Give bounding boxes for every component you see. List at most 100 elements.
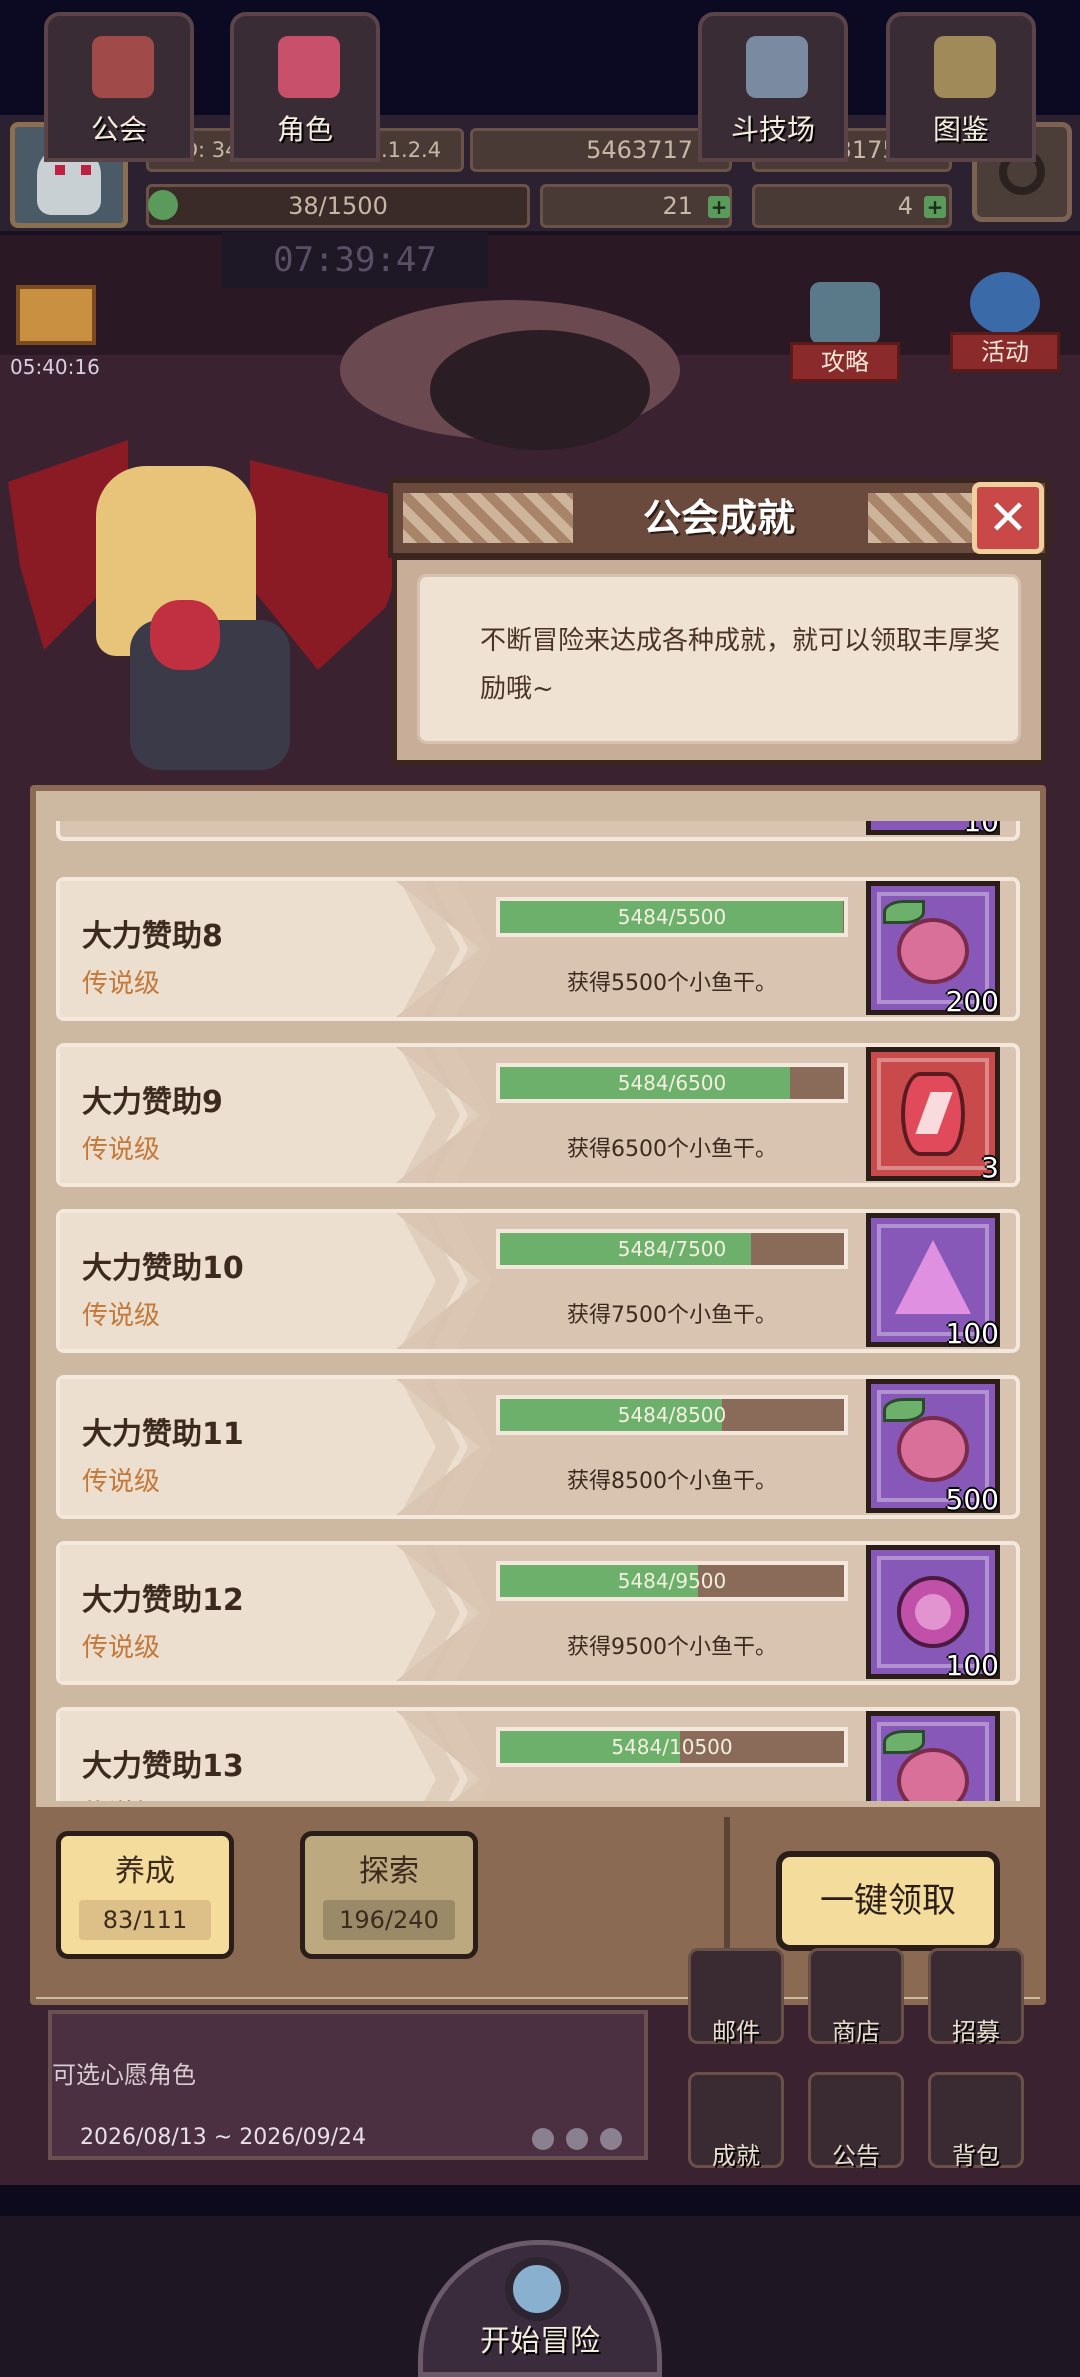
bag-button[interactable]: 背包: [928, 2072, 1024, 2170]
achievement-name: 大力赞助11: [82, 1417, 244, 1452]
notice-button[interactable]: 公告: [808, 2072, 904, 2170]
mail-button-label: 邮件: [712, 2018, 760, 2046]
energy-leaf-icon: [148, 190, 178, 220]
list-item[interactable]: 大力赞助13 传说级 5484/10500 获得10500个小鱼干。: [56, 1707, 1020, 1801]
reward-count: 500: [945, 1483, 999, 1516]
reward-slot[interactable]: 500: [866, 1379, 1000, 1516]
shop-button[interactable]: 商店: [808, 1948, 904, 2046]
add-key-button[interactable]: +: [924, 196, 946, 218]
balloon-icon: [970, 272, 1040, 334]
crossed-swords-icon: [746, 36, 808, 98]
nav-start-adventure-label: 开始冒险: [480, 2324, 600, 2359]
progress-text: 5484/5500: [617, 905, 727, 929]
achievement-button-label: 成就: [712, 2142, 760, 2170]
achievement-grade: 传说级: [82, 1467, 161, 1497]
progress-bar: 5484/9500: [496, 1561, 848, 1601]
character-icon: [278, 36, 340, 98]
close-icon: ✕: [987, 490, 1029, 546]
gold-counter: 5463717: [470, 128, 732, 172]
magnifier-icon: [505, 2257, 569, 2321]
event-button[interactable]: 活动: [950, 272, 1060, 372]
add-clover-button[interactable]: +: [708, 196, 730, 218]
banner-date: 2026/08/13 ~ 2026/09/24: [80, 2125, 367, 2150]
book-icon: [934, 36, 996, 98]
nav-arena-label: 斗技场: [730, 113, 815, 146]
pagination-dot[interactable]: [600, 2128, 622, 2150]
mail-button[interactable]: 邮件: [688, 1948, 784, 2046]
list-item[interactable]: 大力赞助11 传说级 5484/8500 获得8500个小鱼干。 500: [56, 1375, 1020, 1519]
orb-icon: [897, 1576, 969, 1648]
chat-bubble-icon: [810, 282, 880, 344]
recruit-button[interactable]: 招募: [928, 1948, 1024, 2046]
description-card: 不断冒险来达成各种成就，就可以领取丰厚奖励哦~: [417, 574, 1021, 744]
dialog-title-bar: 公会成就: [388, 478, 1050, 558]
achievement-button[interactable]: 成就: [688, 2072, 784, 2170]
pagination-dot[interactable]: [566, 2128, 588, 2150]
notice-button-label: 公告: [832, 2142, 880, 2170]
reward-description: 获得7500个小鱼干。: [567, 1303, 777, 1328]
reward-slot[interactable]: 100: [866, 1545, 1000, 1682]
reward-slot[interactable]: 3: [866, 1047, 1000, 1184]
leaf-icon: [883, 1398, 925, 1422]
reward-description: 获得8500个小鱼干。: [567, 1469, 777, 1494]
pagination-dot[interactable]: [532, 2128, 554, 2150]
reward-slot: 10: [866, 821, 1000, 838]
nav-codex-label: 图鉴: [932, 113, 989, 146]
tab-cultivate-count: 83/111: [79, 1900, 211, 1940]
achievement-name: 大力赞助13: [82, 1749, 244, 1784]
list-item[interactable]: 大力赞助8 传说级 5484/5500 获得5500个小鱼干。 200: [56, 877, 1020, 1021]
key-counter: 4: [752, 184, 952, 228]
tab-explore-count: 196/240: [323, 1900, 455, 1940]
nav-arena[interactable]: 斗技场: [698, 12, 848, 162]
list-item[interactable]: 大力赞助9 传说级 5484/6500 获得6500个小鱼干。 3: [56, 1043, 1020, 1187]
nav-character[interactable]: 角色: [230, 12, 380, 162]
achievement-name: 大力赞助12: [82, 1583, 244, 1618]
close-button[interactable]: ✕: [972, 482, 1044, 554]
key-amount: 4: [897, 192, 913, 220]
reward-slot[interactable]: 200: [866, 881, 1000, 1018]
achievement-grade: 传说级: [82, 1135, 161, 1165]
progress-bar: 5484/5500: [496, 897, 848, 937]
reward-slot[interactable]: [866, 1711, 1000, 1801]
gift-timer: 05:40:16: [10, 355, 100, 379]
clover-counter: 21: [540, 184, 732, 228]
nav-guild[interactable]: 公会: [44, 12, 194, 162]
nav-codex[interactable]: 图鉴: [886, 12, 1036, 162]
list-item[interactable]: 大力赞助10 传说级 5484/7500 获得7500个小鱼干。 100: [56, 1209, 1020, 1353]
achievement-list[interactable]: 10 大力赞助8 传说级 5484/5500 获得5500个小鱼干。 200 大力赞助9 传…: [50, 821, 1026, 1801]
character-dress: [150, 600, 220, 670]
gift-box-icon[interactable]: [16, 285, 96, 345]
banner-title: 可选心愿角色: [52, 2061, 196, 2089]
tab-explore[interactable]: 探索 196/240: [300, 1831, 478, 1959]
progress-bar: 5484/7500: [496, 1229, 848, 1269]
reward-count: 10: [963, 821, 999, 838]
event-timer: 07:39:47: [222, 232, 488, 288]
achievement-name: 大力赞助9: [82, 1085, 223, 1120]
reward-count: 100: [945, 1317, 999, 1350]
fruit-icon: [897, 918, 969, 984]
reward-count: 3: [981, 1151, 999, 1184]
tab-cultivate-label: 养成: [115, 1854, 175, 1889]
tab-cultivate[interactable]: 养成 83/111: [56, 1831, 234, 1959]
event-label: 活动: [950, 332, 1060, 372]
list-item-partial: 10: [56, 821, 1020, 841]
achievement-grade: 传说级: [82, 969, 161, 999]
list-item[interactable]: 大力赞助12 传说级 5484/9500 获得9500个小鱼干。 100: [56, 1541, 1020, 1685]
reward-slot[interactable]: 100: [866, 1213, 1000, 1350]
achievement-panel: 10 大力赞助8 传说级 5484/5500 获得5500个小鱼干。 200 大力赞助9 传…: [30, 785, 1046, 2005]
reward-count: 100: [945, 1649, 999, 1682]
guild-house-icon: [92, 36, 154, 98]
guide-label: 攻略: [790, 342, 900, 382]
ruby-gem-icon: [901, 1072, 965, 1156]
progress-text: 5484/9500: [617, 1569, 727, 1593]
claim-all-button[interactable]: 一键领取: [776, 1851, 1000, 1951]
progress-text: 5484/6500: [617, 1071, 727, 1095]
leaf-icon: [883, 1730, 925, 1754]
description-panel: 不断冒险来达成各种成就，就可以领取丰厚奖励哦~: [392, 555, 1046, 765]
reward-count: 200: [945, 985, 999, 1018]
fruit-icon: [897, 1416, 969, 1482]
tab-explore-label: 探索: [359, 1854, 419, 1889]
guide-button[interactable]: 攻略: [790, 282, 900, 382]
background-pot: [430, 330, 650, 450]
dialog-title: 公会成就: [642, 496, 795, 540]
